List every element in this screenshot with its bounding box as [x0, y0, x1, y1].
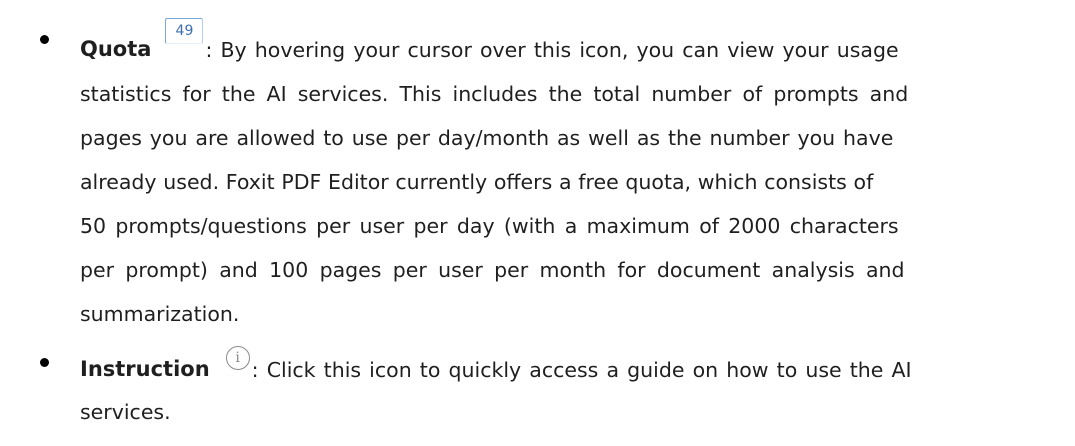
- bullet-text-instruction: Instruction i : Click this icon to quick…: [80, 334, 1040, 422]
- text-line-content: per prompt) and 100 pages per user per m…: [80, 257, 905, 282]
- text-line-content: pages you are allowed to use per day/mon…: [80, 125, 894, 150]
- quota-counter-value: 49: [175, 23, 194, 39]
- bullet-dot: [40, 358, 49, 367]
- term-quota: Quota: [80, 37, 152, 61]
- text-line-content: : Click this icon to quickly access a gu…: [251, 357, 912, 382]
- text-line: 50 prompts/questions per user per day (w…: [80, 192, 1040, 236]
- info-icon-glyph: i: [235, 350, 240, 366]
- text-line-content: services.: [80, 399, 171, 424]
- text-line-content: : By hovering your cursor over this icon…: [205, 37, 899, 62]
- info-icon: i: [225, 346, 250, 370]
- term-instruction: Instruction: [80, 357, 210, 381]
- text-line: summarization.: [80, 280, 1040, 324]
- text-line: Quota 49 : By hovering your cursor over …: [80, 8, 1040, 60]
- bullet-text-quota: Quota 49 : By hovering your cursor over …: [80, 8, 1040, 324]
- text-line: already used. Foxit PDF Editor currently…: [80, 148, 1040, 192]
- quota-counter-icon: 49: [165, 18, 204, 44]
- text-line: pages you are allowed to use per day/mon…: [80, 104, 1040, 148]
- text-line-content: 50 prompts/questions per user per day (w…: [80, 213, 899, 238]
- document-page: Quota 49 : By hovering your cursor over …: [0, 0, 1075, 446]
- text-line: per prompt) and 100 pages per user per m…: [80, 236, 1040, 280]
- text-line: statistics for the AI services. This inc…: [80, 60, 1040, 104]
- text-line: Instruction i : Click this icon to quick…: [80, 334, 1040, 380]
- text-line-content: statistics for the AI services. This inc…: [80, 81, 909, 106]
- bullet-dot: [40, 35, 49, 44]
- text-line-content: already used. Foxit PDF Editor currently…: [80, 169, 874, 194]
- text-line: services.: [80, 380, 1040, 422]
- text-line-content: summarization.: [80, 301, 240, 326]
